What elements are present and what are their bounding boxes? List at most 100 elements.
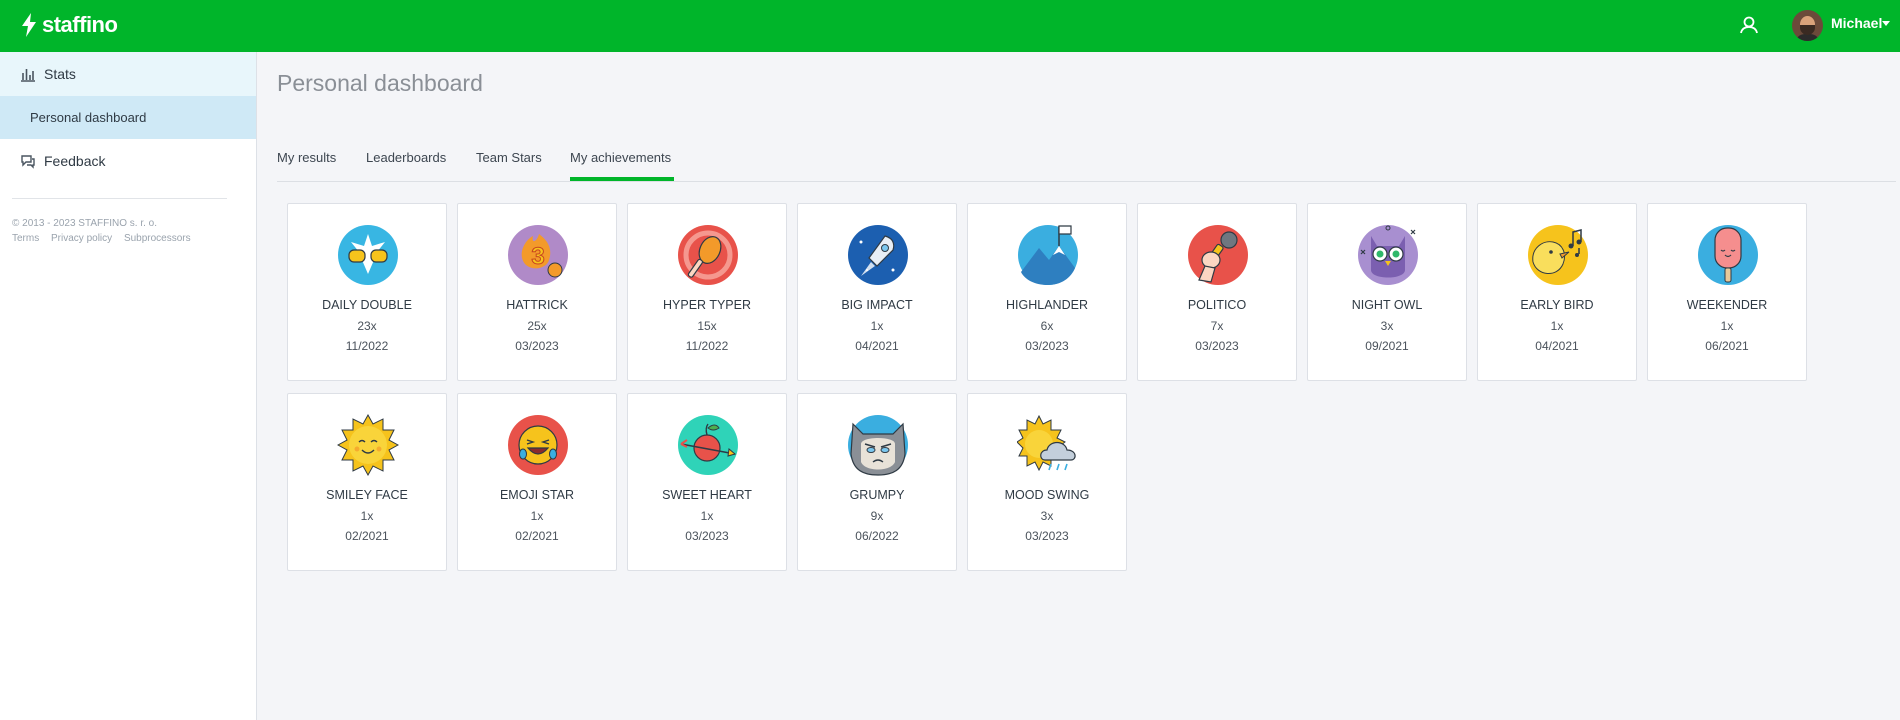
achievement-card[interactable]: DAILY DOUBLE 23x 11/2022 — [287, 203, 447, 381]
achievement-date: 11/2022 — [345, 339, 389, 353]
subprocessors-link[interactable]: Subprocessors — [124, 233, 191, 244]
achievement-card[interactable]: MOOD SWING 3x 03/2023 — [967, 393, 1127, 571]
achievement-count: 1x — [700, 509, 714, 523]
brand-name: staffino — [42, 12, 118, 37]
achievement-card[interactable]: WEEKENDER 1x 06/2021 — [1647, 203, 1807, 381]
tab-leaderboards[interactable]: Leaderboards — [366, 150, 446, 165]
laughing-emoji-icon — [508, 415, 568, 475]
page-title: Personal dashboard — [277, 70, 483, 96]
sidebar-item-stats[interactable]: Stats — [0, 52, 256, 96]
chevron-down-icon[interactable] — [1882, 21, 1890, 26]
achievement-name: EMOJI STAR — [499, 488, 575, 502]
owl-icon — [1358, 225, 1418, 285]
sun-cloud-rain-icon — [1017, 414, 1076, 472]
achievement-date: 03/2023 — [515, 339, 559, 353]
avatar[interactable] — [1792, 10, 1823, 41]
sidebar-item-label: Feedback — [44, 153, 106, 169]
mountain-flag-icon — [1018, 225, 1078, 285]
achievement-name: BIG IMPACT — [841, 298, 913, 312]
achievement-name: SMILEY FACE — [326, 488, 408, 502]
apple-arrow-icon — [678, 415, 738, 475]
divider — [12, 198, 227, 199]
footer-links: Terms Privacy policy Subprocessors — [12, 233, 200, 244]
typing-hand-icon — [678, 225, 738, 285]
achievement-name: HIGHLANDER — [1006, 298, 1088, 312]
achievement-name: EARLY BIRD — [1520, 298, 1594, 312]
achievement-card[interactable]: HYPER TYPER 15x 11/2022 — [627, 203, 787, 381]
tab-bar: My results Leaderboards Team Stars My ac… — [277, 146, 1896, 182]
achievement-card[interactable]: BIG IMPACT 1x 04/2021 — [797, 203, 957, 381]
rocket-icon — [848, 225, 908, 285]
achievement-date: 09/2021 — [1365, 339, 1409, 353]
fist-bump-icon — [338, 225, 398, 285]
achievement-date: 03/2023 — [1195, 339, 1239, 353]
achievement-name: NIGHT OWL — [1351, 298, 1423, 312]
achievement-card[interactable]: GRUMPY 9x 06/2022 — [797, 393, 957, 571]
achievement-card[interactable]: POLITICO 7x 03/2023 — [1137, 203, 1297, 381]
achievement-name: HYPER TYPER — [663, 298, 751, 312]
sidebar: Stats Personal dashboard Feedback © 2013… — [0, 52, 257, 720]
achievement-count: 1x — [870, 319, 884, 333]
smiling-sun-icon — [337, 414, 399, 476]
sidebar-item-personal-dashboard[interactable]: Personal dashboard — [0, 96, 256, 139]
sidebar-item-label: Personal dashboard — [30, 110, 147, 125]
achievement-name: HATTRICK — [506, 298, 568, 312]
achievement-count: 6x — [1040, 319, 1054, 333]
svg-text:3: 3 — [531, 243, 544, 270]
achievement-name: POLITICO — [1187, 298, 1247, 312]
achievement-count: 23x — [357, 319, 377, 333]
achievement-date: 06/2022 — [855, 529, 899, 543]
number-three-fire-icon: 3 — [508, 225, 568, 285]
achievement-count: 1x — [1720, 319, 1734, 333]
tab-my-achievements[interactable]: My achievements — [570, 150, 671, 165]
achievement-name: MOOD SWING — [1004, 488, 1090, 502]
achievement-card[interactable]: HIGHLANDER 6x 03/2023 — [967, 203, 1127, 381]
sidebar-item-label: Stats — [44, 66, 76, 82]
privacy-policy-link[interactable]: Privacy policy — [51, 233, 112, 244]
chat-bubbles-icon — [21, 155, 35, 169]
user-name[interactable]: Michael — [1831, 15, 1882, 31]
achievement-count: 3x — [1040, 509, 1054, 523]
achievement-card[interactable]: EARLY BIRD 1x 04/2021 — [1477, 203, 1637, 381]
achievement-date: 03/2023 — [685, 529, 729, 543]
achievement-date: 02/2021 — [515, 529, 559, 543]
achievement-count: 25x — [527, 319, 547, 333]
achievement-card[interactable]: SMILEY FACE 1x 02/2021 — [287, 393, 447, 571]
achievement-date: 03/2023 — [1025, 339, 1069, 353]
achievement-card[interactable]: SWEET HEART 1x 03/2023 — [627, 393, 787, 571]
achievement-name: SWEET HEART — [662, 488, 752, 502]
microphone-hand-icon — [1188, 225, 1248, 285]
achievement-count: 1x — [360, 509, 374, 523]
achievement-date: 03/2023 — [1025, 529, 1069, 543]
bar-chart-icon — [21, 69, 35, 82]
copyright: © 2013 - 2023 STAFFINO s. r. o. — [12, 218, 158, 229]
active-tab-indicator — [570, 177, 674, 181]
achievement-count: 15x — [697, 319, 717, 333]
achievement-card[interactable]: 3 HATTRICK 25x 03/2023 — [457, 203, 617, 381]
achievement-count: 1x — [1550, 319, 1564, 333]
achievement-card[interactable]: EMOJI STAR 1x 02/2021 — [457, 393, 617, 571]
singing-bird-icon — [1528, 225, 1588, 285]
achievement-name: GRUMPY — [849, 488, 905, 502]
achievement-count: 7x — [1210, 319, 1224, 333]
achievement-date: 04/2021 — [855, 339, 899, 353]
achievement-card[interactable]: NIGHT OWL 3x 09/2021 — [1307, 203, 1467, 381]
achievement-date: 11/2022 — [685, 339, 729, 353]
achievement-name: WEEKENDER — [1686, 298, 1768, 312]
staffino-logo[interactable]: staffino — [20, 12, 118, 38]
tab-my-results[interactable]: My results — [277, 150, 336, 165]
grumpy-cat-icon — [848, 415, 908, 476]
tab-team-stars[interactable]: Team Stars — [476, 150, 542, 165]
achievement-count: 1x — [530, 509, 544, 523]
achievement-name: DAILY DOUBLE — [322, 298, 412, 312]
achievement-date: 02/2021 — [345, 529, 389, 543]
achievement-date: 04/2021 — [1535, 339, 1579, 353]
terms-link[interactable]: Terms — [12, 233, 39, 244]
bolt-icon — [22, 13, 36, 37]
sidebar-item-feedback[interactable]: Feedback — [0, 139, 256, 183]
user-search-icon[interactable] — [1738, 14, 1760, 36]
achievement-count: 9x — [870, 509, 884, 523]
top-bar: staffino Michael — [0, 0, 1900, 52]
achievement-count: 3x — [1380, 319, 1394, 333]
ice-cream-icon — [1698, 225, 1758, 285]
